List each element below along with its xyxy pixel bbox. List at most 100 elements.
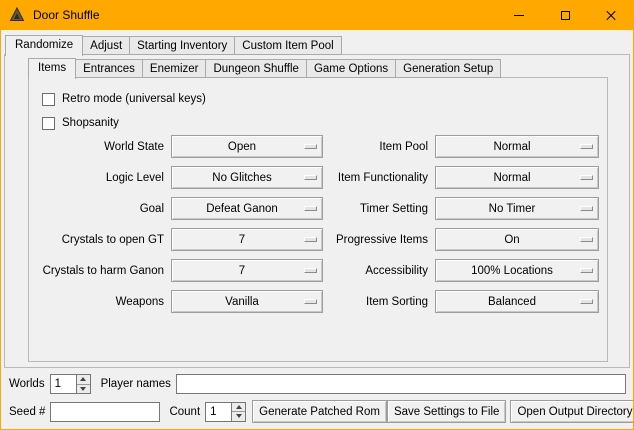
option-row: Crystals to open GT 7 Progressive Items … [29,228,607,251]
shopsanity-checkbox[interactable] [42,117,55,130]
tab-custom-item-pool[interactable]: Custom Item Pool [234,36,341,55]
seed-label: Seed # [9,406,45,418]
seed-row: Seed # Count 1 Generate Patched Rom Save… [9,400,626,423]
arrow-up-icon [80,377,86,381]
generate-patched-rom-button[interactable]: Generate Patched Rom [252,400,387,423]
option-row: Logic Level No Glitches Item Functionali… [29,166,607,189]
progressive-items-dropdown[interactable]: On [435,228,599,251]
tab-dungeon-shuffle[interactable]: Dungeon Shuffle [205,59,306,78]
minimize-icon [514,15,524,16]
item-pool-label: Item Pool [323,141,435,153]
logic-level-value: No Glitches [212,172,281,184]
item-sorting-dropdown[interactable]: Balanced [435,290,599,313]
dropdown-indicator-icon [304,299,317,304]
option-row: Goal Defeat Ganon Timer Setting No Timer [29,197,607,220]
count-spinbox[interactable]: 1 [205,402,246,422]
goal-label: Goal [29,203,171,215]
dropdown-indicator-icon [580,268,593,273]
logic-level-label: Logic Level [29,172,171,184]
progressive-items-value: On [504,234,529,246]
logic-level-dropdown[interactable]: No Glitches [171,166,323,189]
worlds-spin-up-button[interactable] [77,375,90,385]
items-tab-panel: Retro mode (universal keys) Shopsanity W… [28,77,608,362]
retro-mode-checkbox[interactable] [42,93,55,106]
count-label: Count [169,406,200,418]
tab-generation-setup[interactable]: Generation Setup [395,59,501,78]
worlds-spin-down-button[interactable] [77,385,90,394]
arrow-up-icon [236,405,242,409]
maximize-icon [561,11,570,20]
worlds-label: Worlds [9,378,45,390]
tab-items[interactable]: Items [28,58,76,79]
dropdown-indicator-icon [580,206,593,211]
close-icon [605,9,617,21]
tab-starting-inventory[interactable]: Starting Inventory [129,36,235,55]
tab-game-options[interactable]: Game Options [306,59,396,78]
count-spin-down-button[interactable] [232,412,245,421]
accessibility-label: Accessibility [323,265,435,277]
crystals-harm-ganon-label: Crystals to harm Ganon [29,265,171,277]
save-settings-button[interactable]: Save Settings to File [387,400,506,423]
shopsanity-checkbox-row[interactable]: Shopsanity [42,111,607,135]
retro-mode-checkbox-row[interactable]: Retro mode (universal keys) [42,87,607,111]
accessibility-dropdown[interactable]: 100% Locations [435,259,599,282]
window-controls [496,0,634,30]
seed-input[interactable] [50,402,160,422]
option-row: Crystals to harm Ganon 7 Accessibility 1… [29,259,607,282]
dropdown-indicator-icon [304,206,317,211]
settings-tab-bar: Items Entrances Enemizer Dungeon Shuffle… [28,58,500,78]
timer-setting-label: Timer Setting [323,203,435,215]
titlebar[interactable]: Door Shuffle [0,0,634,30]
window-content: Randomize Adjust Starting Inventory Cust… [1,30,633,429]
timer-setting-value: No Timer [489,203,546,215]
dropdown-indicator-icon [580,237,593,242]
bottom-bar: Worlds 1 Player names Seed # Count 1 [1,373,633,423]
item-functionality-dropdown[interactable]: Normal [435,166,599,189]
item-pool-value: Normal [493,141,540,153]
player-names-label: Player names [101,378,171,390]
tab-enemizer[interactable]: Enemizer [142,59,207,78]
tab-randomize[interactable]: Randomize [5,35,83,56]
crystals-open-gt-value: 7 [239,234,255,246]
arrow-down-icon [236,414,242,418]
window-title: Door Shuffle [33,8,100,22]
tab-adjust[interactable]: Adjust [82,36,130,55]
weapons-label: Weapons [29,296,171,308]
goal-dropdown[interactable]: Defeat Ganon [171,197,323,220]
maximize-button[interactable] [542,0,588,30]
count-spin-arrows [231,403,245,421]
app-icon [9,7,25,23]
progressive-items-label: Progressive Items [323,234,435,246]
crystals-open-gt-label: Crystals to open GT [29,234,171,246]
count-value: 1 [206,403,231,421]
worlds-row: Worlds 1 Player names [9,373,626,395]
item-pool-dropdown[interactable]: Normal [435,135,599,158]
weapons-value: Vanilla [225,296,269,308]
close-button[interactable] [588,0,634,30]
timer-setting-dropdown[interactable]: No Timer [435,197,599,220]
item-sorting-value: Balanced [488,296,546,308]
dropdown-indicator-icon [580,144,593,149]
worlds-spin-arrows [76,375,90,393]
item-sorting-label: Item Sorting [323,296,435,308]
goal-value: Defeat Ganon [206,203,288,215]
player-names-input[interactable] [176,374,626,394]
crystals-open-gt-dropdown[interactable]: 7 [171,228,323,251]
minimize-button[interactable] [496,0,542,30]
world-state-label: World State [29,141,171,153]
weapons-dropdown[interactable]: Vanilla [171,290,323,313]
retro-mode-label: Retro mode (universal keys) [62,93,206,105]
dropdown-indicator-icon [304,144,317,149]
dropdown-indicator-icon [304,268,317,273]
crystals-harm-ganon-dropdown[interactable]: 7 [171,259,323,282]
world-state-dropdown[interactable]: Open [171,135,323,158]
worlds-value: 1 [51,375,76,393]
dropdown-indicator-icon [580,175,593,180]
main-tab-bar: Randomize Adjust Starting Inventory Cust… [5,35,341,55]
item-functionality-value: Normal [493,172,540,184]
shopsanity-label: Shopsanity [62,117,119,129]
worlds-spinbox[interactable]: 1 [50,374,91,394]
count-spin-up-button[interactable] [232,403,245,413]
open-output-directory-button[interactable]: Open Output Directory [510,400,633,423]
tab-entrances[interactable]: Entrances [75,59,143,78]
